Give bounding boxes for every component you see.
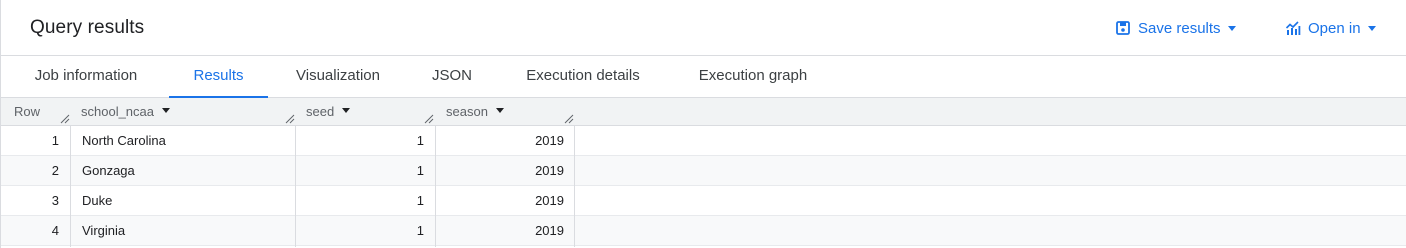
- column-header-label: Row: [14, 104, 41, 119]
- column-header-label: season: [446, 104, 488, 119]
- save-results-label: Save results: [1138, 19, 1221, 37]
- chart-icon: [1285, 20, 1301, 36]
- tab-execution-details[interactable]: Execution details: [518, 56, 648, 98]
- table-row: 1 North Carolina 1 2019: [1, 126, 1406, 156]
- row-number-cell: 4: [51, 223, 59, 238]
- table-row: 3 Duke 1 2019: [1, 186, 1406, 216]
- school-ncaa-cell: North Carolina: [82, 133, 166, 148]
- column-resize-icon[interactable]: [60, 114, 70, 124]
- save-results-button[interactable]: Save results: [1115, 17, 1236, 39]
- tab-json[interactable]: JSON: [429, 56, 475, 98]
- column-resize-icon[interactable]: [424, 114, 434, 124]
- tab-job-information[interactable]: Job information: [25, 56, 147, 98]
- table-header: Row school_ncaa seed season: [1, 98, 1406, 126]
- school-ncaa-cell: Gonzaga: [82, 163, 135, 178]
- query-results-panel: Query results Save results Open in Job i…: [0, 0, 1406, 248]
- column-resize-icon[interactable]: [564, 114, 574, 124]
- table-row: 2 Gonzaga 1 2019: [1, 156, 1406, 186]
- row-number-cell: 1: [51, 133, 59, 148]
- sort-arrow-icon[interactable]: [342, 108, 351, 114]
- column-divider: [295, 126, 296, 247]
- season-cell: 2019: [535, 133, 564, 148]
- page-title: Query results: [30, 17, 145, 38]
- sort-arrow-icon[interactable]: [162, 108, 170, 114]
- open-in-button[interactable]: Open in: [1285, 17, 1376, 39]
- chevron-down-icon: [1367, 25, 1376, 31]
- season-cell: 2019: [535, 163, 564, 178]
- seed-cell: 1: [416, 133, 424, 148]
- results-tabs: Job information Results Visualization JS…: [1, 56, 1406, 99]
- school-ncaa-cell: Virginia: [82, 223, 126, 238]
- tab-results[interactable]: Results: [169, 56, 268, 99]
- tab-visualization[interactable]: Visualization: [290, 56, 386, 98]
- season-cell: 2019: [535, 193, 564, 208]
- open-in-label: Open in: [1308, 19, 1361, 37]
- seed-cell: 1: [416, 223, 424, 238]
- column-header-season[interactable]: season: [446, 98, 504, 126]
- seed-cell: 1: [416, 163, 424, 178]
- results-header: Query results Save results Open in: [1, 0, 1406, 56]
- column-header-row: Row: [14, 98, 40, 126]
- column-divider: [435, 126, 436, 247]
- column-resize-icon[interactable]: [285, 114, 295, 124]
- column-divider: [70, 126, 71, 247]
- column-header-label: school_ncaa: [81, 104, 154, 119]
- sort-arrow-icon[interactable]: [495, 108, 504, 114]
- row-number-cell: 3: [51, 193, 59, 208]
- column-divider: [574, 126, 575, 247]
- tab-execution-graph[interactable]: Execution graph: [691, 56, 815, 98]
- row-number-cell: 2: [51, 163, 59, 178]
- column-header-seed[interactable]: seed: [306, 98, 351, 126]
- season-cell: 2019: [535, 223, 564, 238]
- column-header-label: seed: [306, 104, 335, 119]
- seed-cell: 1: [416, 193, 424, 208]
- save-icon: [1115, 20, 1131, 36]
- column-header-school-ncaa[interactable]: school_ncaa: [81, 98, 170, 126]
- chevron-down-icon: [1227, 25, 1236, 31]
- school-ncaa-cell: Duke: [82, 193, 113, 208]
- table-row: 4 Virginia 1 2019: [1, 216, 1406, 246]
